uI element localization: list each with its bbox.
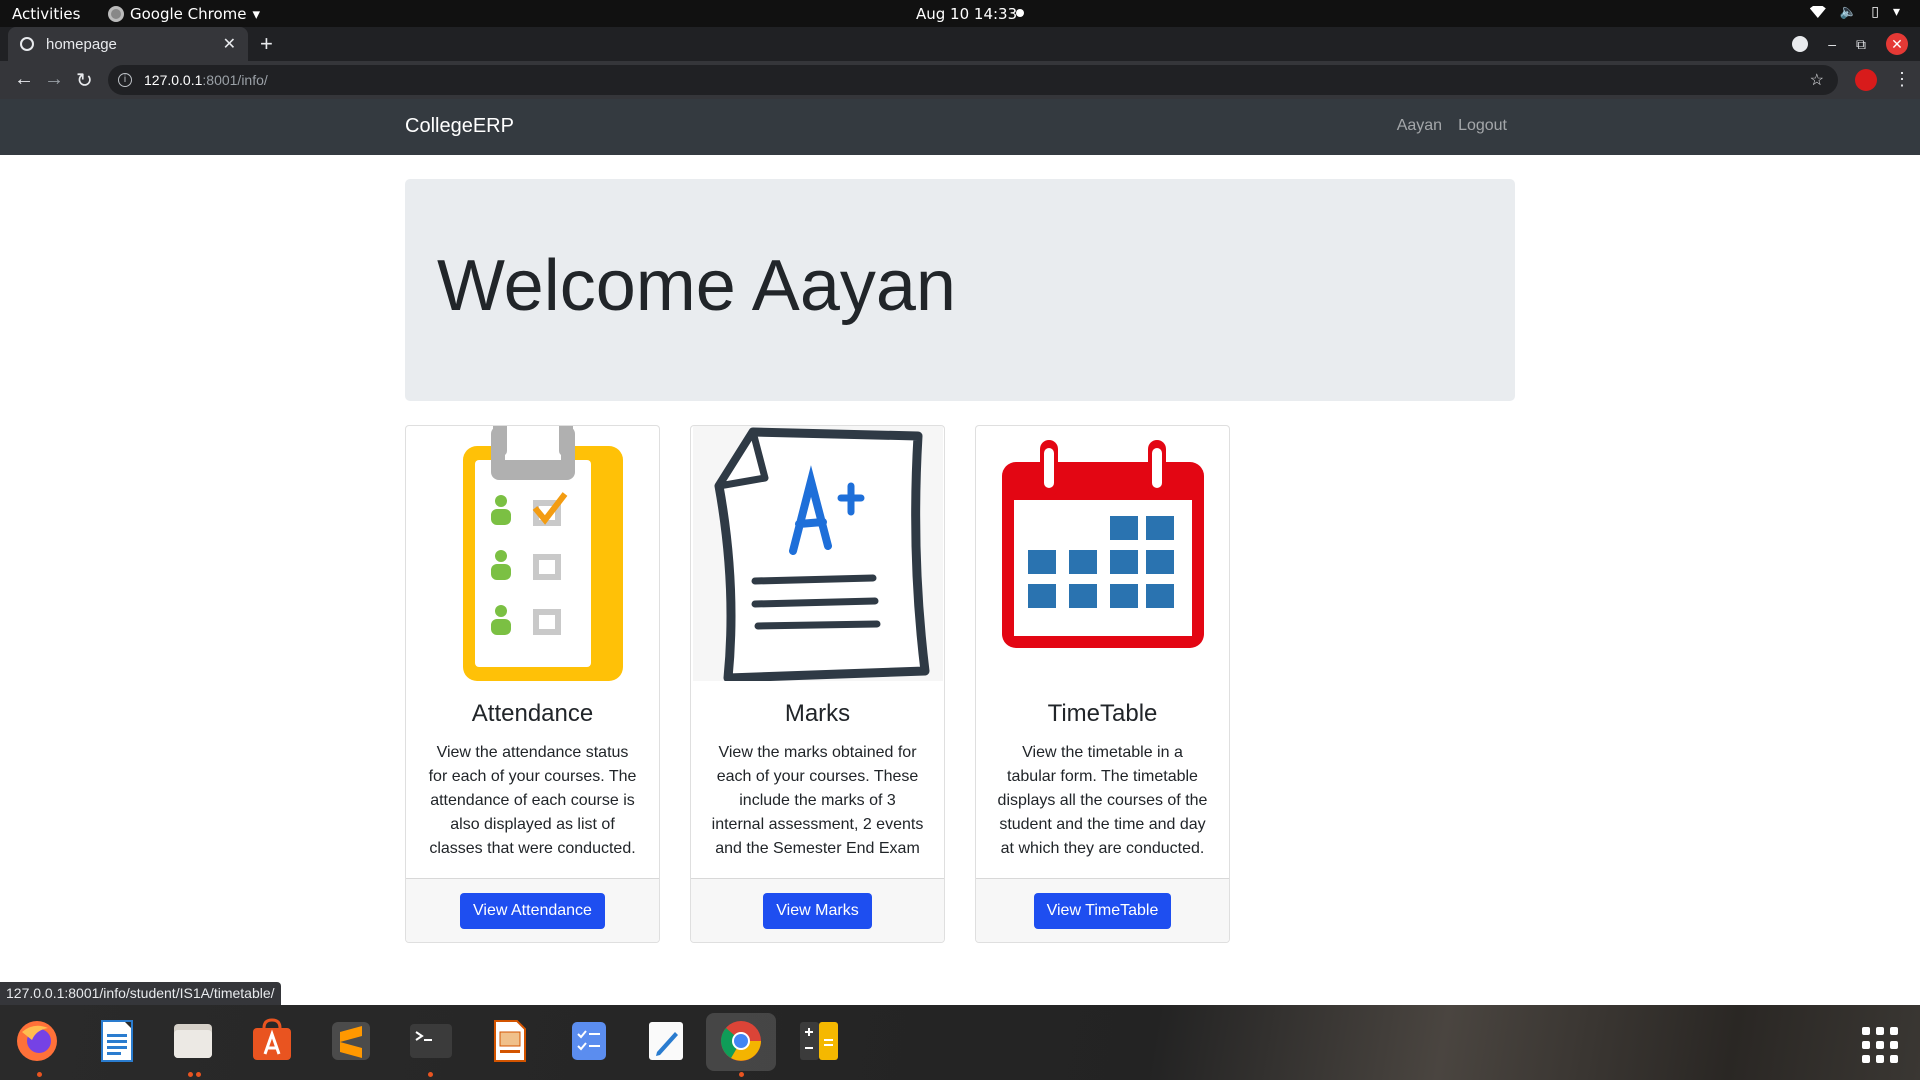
attendance-card-text: View the attendance status for each of y… bbox=[428, 744, 637, 857]
app-menu[interactable]: Google Chrome ▾ bbox=[108, 5, 260, 23]
link-status-bubble: 127.0.0.1:8001/info/student/IS1A/timetab… bbox=[0, 982, 281, 1005]
show-applications-icon[interactable] bbox=[1862, 1027, 1898, 1063]
impress-icon[interactable] bbox=[487, 1018, 533, 1064]
timetable-card: TimeTable View the timetable in a tabula… bbox=[975, 425, 1230, 943]
sublime-icon[interactable] bbox=[328, 1018, 374, 1064]
system-top-bar: Activities Google Chrome ▾ Aug 10 14:33 … bbox=[0, 0, 1920, 27]
text-editor-icon[interactable] bbox=[643, 1018, 689, 1064]
window-controls: – ⧉ ✕ bbox=[1792, 33, 1908, 55]
timetable-card-footer: View TimeTable bbox=[976, 878, 1229, 942]
attendance-image bbox=[406, 426, 659, 681]
browser-tab[interactable]: homepage ✕ bbox=[8, 27, 248, 61]
url-path: :8001/info/ bbox=[202, 72, 268, 88]
site-navbar: CollegeERP Aayan Logout bbox=[0, 99, 1920, 155]
marks-card-title: Marks bbox=[784, 700, 851, 727]
timetable-card-text: View the timetable in a tabular form. Th… bbox=[997, 744, 1208, 857]
calculator-icon[interactable] bbox=[796, 1018, 842, 1064]
running-indicator bbox=[428, 1072, 433, 1077]
tasks-icon[interactable] bbox=[566, 1018, 612, 1064]
marks-card: Marks View the marks obtained for each o… bbox=[690, 425, 945, 943]
close-window-icon[interactable]: ✕ bbox=[1886, 33, 1908, 55]
attendance-card-footer: View Attendance bbox=[406, 878, 659, 942]
running-indicator bbox=[196, 1072, 201, 1077]
brand-link[interactable]: CollegeERP bbox=[405, 115, 514, 138]
graded-paper-icon bbox=[692, 426, 943, 681]
marks-card-text: View the marks obtained for each of your… bbox=[711, 744, 924, 857]
timetable-image bbox=[976, 426, 1229, 681]
browser-tab-strip: homepage ✕ + – ⧉ ✕ bbox=[0, 27, 1920, 61]
extension-icon[interactable] bbox=[1855, 69, 1877, 91]
view-timetable-button[interactable]: View TimeTable bbox=[1033, 892, 1172, 929]
wifi-icon bbox=[1809, 6, 1826, 18]
minimize-icon[interactable]: – bbox=[1828, 36, 1836, 52]
new-tab-icon[interactable]: + bbox=[260, 31, 273, 57]
firefox-icon[interactable] bbox=[14, 1018, 60, 1064]
attendance-card-title: Attendance bbox=[471, 700, 594, 727]
timetable-card-title: TimeTable bbox=[1047, 700, 1158, 727]
nav-logout-link[interactable]: Logout bbox=[1458, 117, 1507, 135]
battery-icon: ▯ bbox=[1871, 4, 1879, 20]
marks-card-footer: View Marks bbox=[691, 878, 944, 942]
volume-icon: 🔈 bbox=[1839, 4, 1858, 20]
globe-icon bbox=[20, 37, 34, 51]
back-icon[interactable]: ← bbox=[14, 68, 34, 91]
bookmark-star-icon[interactable]: ☆ bbox=[1810, 70, 1824, 90]
reload-icon[interactable]: ↻ bbox=[76, 68, 93, 93]
welcome-heading: Welcome Aayan bbox=[437, 246, 956, 326]
running-indicator bbox=[37, 1072, 42, 1077]
restore-icon[interactable]: ⧉ bbox=[1856, 36, 1866, 53]
writer-icon[interactable] bbox=[94, 1018, 140, 1064]
marks-image bbox=[691, 426, 944, 681]
clipboard-checklist-icon bbox=[462, 426, 623, 681]
forward-icon[interactable]: → bbox=[44, 68, 64, 91]
files-icon[interactable] bbox=[170, 1018, 216, 1064]
chrome-small-icon bbox=[108, 6, 124, 22]
address-bar[interactable]: i 127.0.0.1:8001/info/ ☆ bbox=[108, 65, 1838, 95]
tab-title: homepage bbox=[46, 35, 117, 53]
notification-dot-icon bbox=[1016, 9, 1024, 17]
attendance-card: Attendance View the attendance status fo… bbox=[405, 425, 660, 943]
software-icon[interactable] bbox=[249, 1018, 295, 1064]
system-menu-arrow-icon: ▾ bbox=[1892, 4, 1900, 20]
welcome-jumbotron: Welcome Aayan bbox=[405, 179, 1515, 401]
tab-search-icon[interactable] bbox=[1792, 36, 1809, 52]
system-menu[interactable]: 🔈 ▯ ▾ bbox=[1809, 4, 1900, 20]
activities-button[interactable]: Activities bbox=[12, 5, 80, 23]
nav-user-link[interactable]: Aayan bbox=[1397, 117, 1442, 135]
running-indicator bbox=[739, 1072, 744, 1077]
chrome-menu-icon[interactable]: ⋮ bbox=[1893, 69, 1911, 90]
nav-links: Aayan Logout bbox=[1397, 117, 1507, 135]
view-marks-button[interactable]: View Marks bbox=[763, 892, 872, 929]
taskbar-dock bbox=[0, 1005, 1920, 1080]
running-indicator bbox=[188, 1072, 193, 1077]
chrome-icon[interactable] bbox=[718, 1018, 764, 1064]
calendar-icon bbox=[1001, 440, 1204, 648]
app-menu-label: Google Chrome bbox=[130, 5, 247, 23]
browser-toolbar: ← → ↻ i 127.0.0.1:8001/info/ ☆ ⋮ bbox=[0, 61, 1920, 99]
terminal-icon[interactable] bbox=[408, 1018, 454, 1064]
dropdown-arrow-icon: ▾ bbox=[252, 5, 261, 23]
view-attendance-button[interactable]: View Attendance bbox=[460, 892, 605, 929]
clock[interactable]: Aug 10 14:33 bbox=[916, 5, 1017, 23]
tab-close-icon[interactable]: ✕ bbox=[223, 34, 236, 54]
site-info-icon[interactable]: i bbox=[118, 73, 132, 87]
url-host: 127.0.0.1 bbox=[144, 72, 203, 88]
